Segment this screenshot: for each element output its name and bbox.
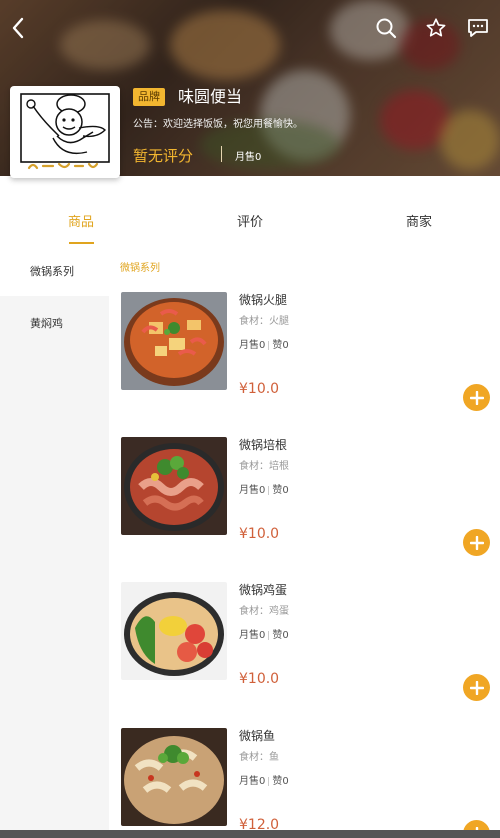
section-title: 微锅系列 (120, 263, 160, 274)
dish-likes: 赞0 (272, 485, 289, 496)
brand-badge: 品牌 (133, 88, 165, 106)
dish-ingredient: 食材：鸡蛋 (239, 606, 289, 617)
dish-image (121, 728, 227, 826)
shop-rating: 暂无评分 (133, 147, 194, 165)
dish-stats: 月售0 赞0 (239, 629, 289, 643)
list-item[interactable]: 微锅鱼 食材：鱼 月售0 赞0 ¥12.0 (121, 728, 491, 838)
dish-sales: 月售0 (239, 776, 266, 787)
dish-ingredient: 食材：鱼 (239, 752, 279, 763)
category-sidebar: 微锅系列 黄焖鸡 (0, 248, 109, 838)
shop-notice: 公告：欢迎选择饭饭，祝您用餐愉快。 (133, 119, 303, 130)
shop-name: 味圆便当 (178, 87, 243, 106)
list-item[interactable]: 微锅鸡蛋 食材：鸡蛋 月售0 赞0 ¥10.0 (121, 582, 491, 712)
star-icon (426, 18, 446, 37)
dish-name: 微锅火腿 (239, 293, 288, 307)
favorite-button[interactable] (424, 16, 448, 40)
dish-stats: 月售0 赞0 (239, 484, 289, 498)
search-icon (376, 18, 397, 39)
dish-name: 微锅鸡蛋 (239, 583, 288, 597)
add-to-cart-button[interactable] (463, 674, 490, 701)
chef-logo-image (20, 93, 110, 170)
tab-merchant[interactable]: 商家 (406, 214, 432, 232)
tab-reviews[interactable]: 评价 (237, 214, 263, 232)
dish-image (121, 437, 227, 535)
active-tab-indicator (69, 242, 94, 244)
dish-sales: 月售0 (239, 630, 266, 641)
dish-price: ¥10.0 (239, 381, 280, 397)
plus-icon (469, 535, 484, 550)
plus-icon (469, 680, 484, 695)
dish-ingredient: 食材：培根 (239, 461, 289, 472)
list-item[interactable]: 微锅培根 食材：培根 月售0 赞0 ¥10.0 (121, 437, 491, 567)
dish-sales: 月售0 (239, 340, 266, 351)
dish-sales: 月售0 (239, 485, 266, 496)
shop-tabs: 商品 评价 商家 (0, 200, 500, 246)
chevron-left-icon (12, 17, 24, 39)
search-button[interactable] (374, 16, 398, 40)
category-item-braised-chicken[interactable]: 黄焖鸡 (0, 300, 109, 348)
dish-likes: 赞0 (272, 776, 289, 787)
shop-monthly-sales: 月售0 (235, 152, 262, 163)
add-to-cart-button[interactable] (463, 529, 490, 556)
dish-image (121, 582, 227, 680)
dish-image (121, 292, 227, 390)
back-button[interactable] (6, 16, 30, 40)
shop-logo (10, 86, 120, 178)
dish-price: ¥10.0 (239, 671, 280, 687)
dish-ingredient: 食材：火腿 (239, 316, 289, 327)
dish-name: 微锅培根 (239, 438, 288, 452)
dish-stats: 月售0 赞0 (239, 775, 289, 789)
dish-price: ¥10.0 (239, 526, 280, 542)
shop-page: 品牌 味圆便当 公告：欢迎选择饭饭，祝您用餐愉快。 暂无评分 月售0 商品 评价… (0, 0, 500, 838)
bottom-edge-bar (0, 830, 500, 838)
plus-icon (469, 390, 484, 405)
dish-likes: 赞0 (272, 340, 289, 351)
category-item-micro-pot[interactable]: 微锅系列 (0, 248, 109, 296)
dish-likes: 赞0 (272, 630, 289, 641)
message-button[interactable] (466, 16, 490, 40)
dish-name: 微锅鱼 (239, 729, 276, 743)
message-icon (468, 19, 488, 37)
rating-divider (221, 146, 222, 162)
tab-goods[interactable]: 商品 (68, 214, 94, 232)
add-to-cart-button[interactable] (463, 384, 490, 411)
dish-stats: 月售0 赞0 (239, 339, 289, 353)
list-item[interactable]: 微锅火腿 食材：火腿 月售0 赞0 ¥10.0 (121, 292, 491, 422)
